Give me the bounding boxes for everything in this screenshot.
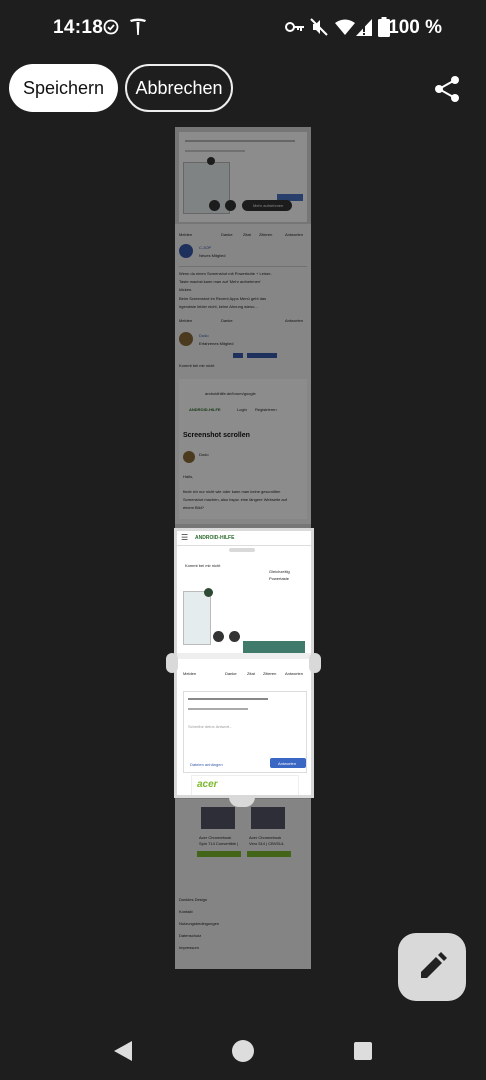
crop-handle-right[interactable]: [309, 653, 321, 673]
pencil-icon: [421, 952, 447, 978]
wifi-icon: [335, 19, 355, 35]
edit-button[interactable]: [398, 933, 466, 1001]
recents-icon[interactable]: [353, 1041, 373, 1061]
status-bar: 14:18 100 %: [0, 0, 486, 56]
back-icon[interactable]: [112, 1040, 134, 1062]
crop-handle-left[interactable]: [166, 653, 178, 673]
navigation-bar: [0, 1020, 486, 1080]
signal-icon: [356, 19, 372, 36]
cancel-button[interactable]: Abbrechen: [125, 64, 233, 112]
home-icon[interactable]: [231, 1039, 255, 1063]
key-icon: [285, 22, 304, 32]
check-circle-icon: [103, 19, 119, 35]
battery-percent: 100 %: [388, 17, 442, 38]
save-button[interactable]: Speichern: [9, 64, 118, 112]
crop-selection[interactable]: ☰ ANDROID-HILFE Kommt bei mir nicht Glei…: [174, 528, 314, 798]
clock: 14:18: [53, 17, 104, 38]
tesla-icon: [130, 18, 146, 35]
share-icon[interactable]: [432, 75, 462, 103]
crop-handle-top[interactable]: [229, 548, 255, 552]
mute-icon: [310, 18, 328, 36]
